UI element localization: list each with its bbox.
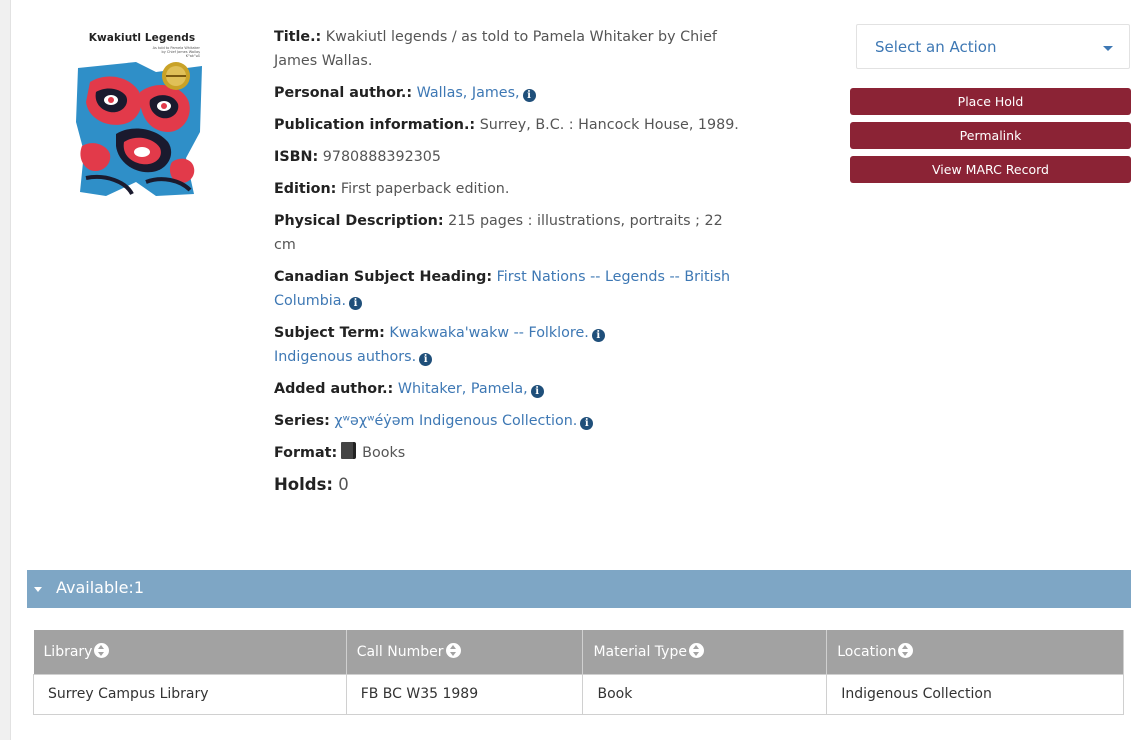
publication-label: Publication information.: bbox=[274, 117, 476, 133]
table-row: Surrey Campus Library FB BC W35 1989 Boo… bbox=[33, 673, 1124, 715]
added-author-link[interactable]: Whitaker, Pamela, bbox=[398, 381, 528, 397]
column-header-library[interactable]: Library bbox=[33, 630, 347, 674]
book-cover-image: Kwakiutl Legends As told to Pamela Whita… bbox=[76, 22, 204, 198]
book-icon bbox=[341, 442, 357, 459]
cell-library: Surrey Campus Library bbox=[33, 673, 347, 715]
subject-term-link[interactable]: Indigenous authors. bbox=[274, 349, 416, 365]
cell-location: Indigenous Collection bbox=[826, 673, 1124, 715]
title-label: Title.: bbox=[274, 29, 322, 45]
title-field: Title.: Kwakiutl legends / as told to Pa… bbox=[274, 25, 744, 73]
series-label: Series: bbox=[274, 413, 330, 429]
physical-description-label: Physical Description: bbox=[274, 213, 444, 229]
publication-field: Publication information.: Surrey, B.C. :… bbox=[274, 113, 744, 137]
physical-description-field: Physical Description: 215 pages : illust… bbox=[274, 209, 744, 257]
holds-value: 0 bbox=[338, 475, 349, 494]
cover-artwork bbox=[76, 62, 204, 198]
subject-term-link[interactable]: Kwakwaka'wakw -- Folklore. bbox=[389, 325, 588, 341]
record-details: Title.: Kwakiutl legends / as told to Pa… bbox=[274, 25, 744, 505]
added-author-label: Added author.: bbox=[274, 381, 394, 397]
cell-material-type: Book bbox=[582, 673, 828, 715]
chevron-down-icon bbox=[1103, 46, 1113, 51]
info-icon[interactable]: i bbox=[591, 329, 605, 342]
column-header-material-type[interactable]: Material Type bbox=[582, 630, 828, 674]
personal-author-field: Personal author.: Wallas, James, i bbox=[274, 81, 744, 105]
canadian-subject-heading-field: Canadian Subject Heading: First Nations … bbox=[274, 265, 744, 313]
sort-icon[interactable] bbox=[898, 643, 914, 659]
left-edge-border bbox=[0, 0, 11, 740]
info-icon[interactable]: i bbox=[530, 385, 544, 398]
subject-term-field: Subject Term: Kwakwaka'wakw -- Folklore.… bbox=[274, 321, 744, 369]
info-icon[interactable]: i bbox=[522, 89, 536, 102]
series-field: Series: χʷəχʷéẏəm Indigenous Collection.… bbox=[274, 409, 744, 433]
availability-label: Available:1 bbox=[56, 578, 144, 597]
added-author-field: Added author.: Whitaker, Pamela, i bbox=[274, 377, 744, 401]
cover-title: Kwakiutl Legends bbox=[88, 32, 196, 44]
format-field: Format: Books bbox=[274, 441, 744, 465]
edition-label: Edition: bbox=[274, 181, 337, 197]
table-header-row: Library Call Number Material Type Locati… bbox=[33, 630, 1124, 674]
edition-field: Edition: First paperback edition. bbox=[274, 177, 744, 201]
publication-value: Surrey, B.C. : Hancock House, 1989. bbox=[479, 117, 739, 133]
isbn-value: 9780888392305 bbox=[322, 149, 441, 165]
sort-icon[interactable] bbox=[94, 643, 110, 659]
info-icon[interactable]: i bbox=[349, 297, 363, 310]
info-icon[interactable]: i bbox=[419, 353, 433, 366]
caret-down-icon bbox=[34, 587, 42, 592]
action-select[interactable]: Select an Action bbox=[856, 24, 1130, 69]
action-select-label: Select an Action bbox=[875, 38, 997, 56]
personal-author-label: Personal author.: bbox=[274, 85, 413, 101]
cover-subtitle: As told to Pamela Whitaker by Chief Jame… bbox=[152, 46, 200, 58]
format-value: Books bbox=[362, 445, 406, 461]
permalink-button[interactable]: Permalink bbox=[850, 122, 1131, 149]
sort-icon[interactable] bbox=[688, 643, 704, 659]
isbn-field: ISBN: 9780888392305 bbox=[274, 145, 744, 169]
edition-value: First paperback edition. bbox=[340, 181, 510, 197]
availability-toggle[interactable]: Available:1 bbox=[27, 570, 1131, 608]
column-header-call-number[interactable]: Call Number bbox=[346, 630, 584, 674]
title-value: Kwakiutl legends / as told to Pamela Whi… bbox=[274, 29, 717, 69]
place-hold-button[interactable]: Place Hold bbox=[850, 88, 1131, 115]
isbn-label: ISBN: bbox=[274, 149, 319, 165]
holds-field: Holds: 0 bbox=[274, 473, 744, 497]
format-label: Format: bbox=[274, 445, 338, 461]
column-header-location[interactable]: Location bbox=[826, 630, 1124, 674]
sort-icon[interactable] bbox=[445, 643, 461, 659]
view-marc-record-button[interactable]: View MARC Record bbox=[850, 156, 1131, 183]
holds-label: Holds: bbox=[274, 475, 334, 494]
series-link[interactable]: χʷəχʷéẏəm Indigenous Collection. bbox=[334, 413, 577, 429]
info-icon[interactable]: i bbox=[580, 417, 594, 430]
subject-term-label: Subject Term: bbox=[274, 325, 385, 341]
personal-author-link[interactable]: Wallas, James, bbox=[417, 85, 520, 101]
cell-call-number: FB BC W35 1989 bbox=[345, 673, 584, 715]
availability-table: Library Call Number Material Type Locati… bbox=[33, 630, 1124, 715]
canadian-subject-heading-label: Canadian Subject Heading: bbox=[274, 269, 493, 285]
